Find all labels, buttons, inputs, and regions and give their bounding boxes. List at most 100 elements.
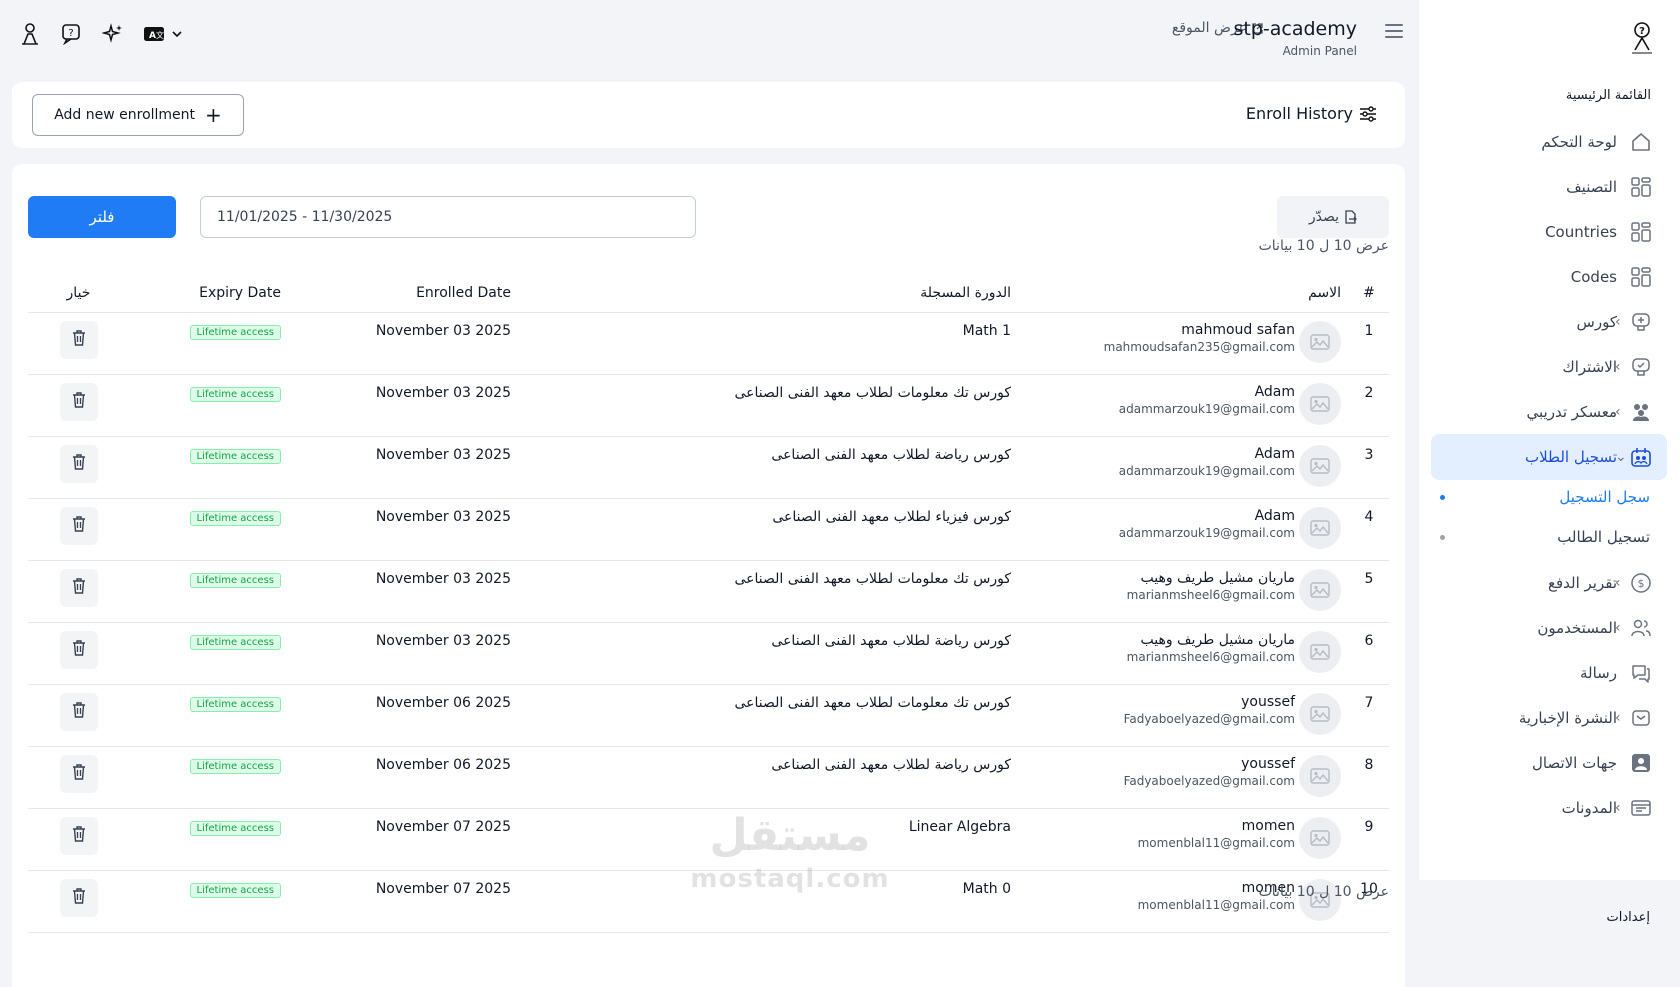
action-cell	[28, 870, 129, 933]
course-cell: كورس رياضة لطلاب معهد الفنى الصناعى	[519, 436, 1019, 499]
student-name: mahmoud safan	[1181, 321, 1295, 338]
bullet-dot-icon	[1440, 494, 1445, 500]
sidebar-item[interactable]: ‹ النشرة الإخبارية	[1431, 695, 1667, 741]
expiry-cell: Lifetime access	[129, 684, 289, 747]
sidebar-item[interactable]: ‹ الاشتراك	[1431, 344, 1667, 390]
export-button[interactable]: يصدّر	[1277, 196, 1389, 238]
col-expiry: Expiry Date	[129, 274, 289, 313]
enrollment-card: فلتر يصدّر عرض 10 ل 10 بيانات خيار Expir…	[12, 164, 1405, 987]
language-selector[interactable]: A文	[140, 22, 186, 46]
svg-text:?: ?	[1639, 26, 1645, 37]
expiry-cell: Lifetime access	[129, 374, 289, 437]
sidebar-settings-section[interactable]: إعدادات	[1418, 880, 1680, 987]
sidebar-item[interactable]: ‹ تقرير الدفع $	[1431, 560, 1667, 606]
plus-icon: +	[205, 103, 222, 127]
delete-button[interactable]	[59, 506, 98, 545]
delete-button[interactable]	[59, 630, 98, 669]
expiry-badge: Lifetime access	[189, 448, 281, 464]
course-cell: Math 1	[519, 312, 1019, 375]
menu-toggle-icon[interactable]	[1385, 24, 1403, 38]
sidebar-item[interactable]: ‹ معسكر تدريبي	[1431, 389, 1667, 435]
chevron-left-icon: ‹	[1615, 800, 1621, 816]
course-name: كورس تك معلومات لطلاب معهد الفنى الصناعى	[734, 570, 1012, 587]
trash-icon	[71, 577, 87, 599]
col-index: #	[1349, 274, 1389, 313]
expiry-cell: Lifetime access	[129, 312, 289, 375]
export-label: يصدّر	[1308, 209, 1340, 225]
sidebar-item[interactable]: ‹ المدونات	[1431, 785, 1667, 831]
chevron-left-icon: ‹	[1615, 710, 1621, 726]
sidebar-item[interactable]: لوحة التحكم	[1431, 119, 1667, 165]
sparkle-icon[interactable]	[101, 22, 125, 46]
expiry-cell: Lifetime access	[129, 498, 289, 561]
enrolled-cell: November 07 2025	[289, 870, 519, 933]
trash-icon	[71, 515, 87, 537]
delete-button[interactable]	[59, 692, 98, 731]
users-group-icon	[1629, 400, 1653, 424]
chevron-down-icon	[172, 31, 182, 38]
trash-icon	[71, 639, 87, 661]
sidebar-item-label: الاشتراك	[1562, 358, 1617, 376]
course-cell: Linear Algebra	[519, 808, 1019, 871]
sidebar-item[interactable]: Countries	[1431, 209, 1667, 255]
subscription-icon	[1629, 355, 1653, 379]
filter-button[interactable]: فلتر	[28, 196, 176, 238]
trash-icon	[71, 453, 87, 475]
sidebar-item[interactable]: ‹ كورس	[1431, 299, 1667, 345]
col-name: الاسم	[1019, 274, 1349, 313]
delete-button[interactable]	[59, 878, 98, 917]
course-name: Math 1	[962, 322, 1011, 339]
action-cell	[28, 374, 129, 437]
name-cell: ماريان مشيل طريف وهيب marianmsheel6@gmail…	[1019, 560, 1349, 623]
name-cell: momen momenblal11@gmail.com	[1019, 808, 1349, 871]
delete-button[interactable]	[59, 816, 98, 855]
course-name: كورس رياضة لطلاب معهد الفنى الصناعى	[771, 756, 1011, 773]
name-cell: Adam adammarzouk19@gmail.com	[1019, 436, 1349, 499]
expiry-badge: Lifetime access	[189, 634, 281, 650]
profile-avatar-icon[interactable]	[18, 22, 42, 46]
sidebar-item[interactable]: ⌄ تسجيل الطلاب	[1431, 434, 1667, 480]
table-row: Lifetime access November 03 2025 Math 1 mah…	[28, 312, 1389, 375]
svg-text:文: 文	[156, 30, 164, 40]
add-enrollment-button[interactable]: Add new enrollment +	[32, 94, 244, 136]
sidebar-item[interactable]: جهات الاتصال	[1431, 740, 1667, 786]
student-name: Adam	[1254, 507, 1295, 524]
help-chat-icon[interactable]: ?	[60, 22, 84, 46]
sidebar-item-label: المستخدمون	[1537, 619, 1617, 637]
delete-button[interactable]	[59, 382, 98, 421]
sidebar-item[interactable]: التصنيف	[1431, 164, 1667, 210]
date-range-input[interactable]	[200, 196, 696, 238]
table-row: Lifetime access November 03 2025 كورس فيزي…	[28, 498, 1389, 561]
delete-button[interactable]	[59, 754, 98, 793]
sidebar-item[interactable]: رسالة	[1431, 650, 1667, 696]
delete-button[interactable]	[59, 444, 98, 483]
course-cell: كورس فيزياء لطلاب معهد الفنى الصناعى	[519, 498, 1019, 561]
logo-icon[interactable]: ?	[1626, 20, 1658, 56]
sidebar-item[interactable]: Codes	[1431, 254, 1667, 300]
sidebar-subitem-enroll-student[interactable]: تسجيل الطالب	[1434, 522, 1654, 552]
name-cell: youssef Fadyaboelyazed@gmail.com	[1019, 746, 1349, 809]
name-cell: momen momenblal11@gmail.com	[1019, 870, 1349, 933]
sidebar-item-label: تسجيل الطلاب	[1524, 448, 1617, 466]
trash-icon	[71, 763, 87, 785]
showing-entries-bottom: عرض 10 ل 10 بيانات	[1258, 884, 1389, 900]
action-cell	[28, 498, 129, 561]
course-name: Linear Algebra	[908, 818, 1011, 835]
delete-button[interactable]	[59, 568, 98, 607]
trash-icon	[71, 329, 87, 351]
expiry-cell: Lifetime access	[129, 746, 289, 809]
sidebar-section-main: القائمة الرئيسية	[1565, 88, 1651, 103]
sidebar-subitem-enroll-history[interactable]: سجل التسجيل	[1434, 482, 1654, 512]
name-cell: Adam adammarzouk19@gmail.com	[1019, 498, 1349, 561]
student-email: marianmsheel6@gmail.com	[1126, 649, 1295, 664]
enrolled-cell: November 03 2025	[289, 436, 519, 499]
row-index: 3	[1364, 446, 1374, 463]
table-row: Lifetime access November 06 2025 كورس رياض…	[28, 746, 1389, 809]
sidebar-item[interactable]: ‹ المستخدمون	[1431, 605, 1667, 651]
trash-icon	[71, 887, 87, 909]
row-index: 6	[1364, 632, 1374, 649]
sidebar-item-label: النشرة الإخبارية	[1518, 709, 1617, 727]
page-title: Enroll History	[1246, 104, 1377, 123]
delete-button[interactable]	[59, 320, 98, 359]
enrolled-cell: November 07 2025	[289, 808, 519, 871]
